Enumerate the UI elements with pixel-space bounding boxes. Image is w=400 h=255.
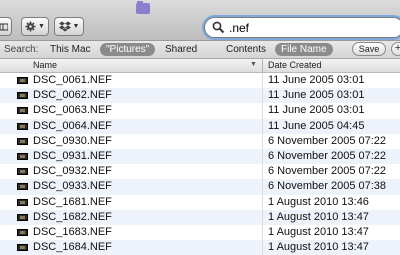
date-created: 1 August 2010 13:46 [268, 195, 369, 208]
save-search-button[interactable]: Save [352, 42, 386, 56]
dropbox-icon [58, 21, 71, 32]
date-created: 11 June 2005 04:45 [268, 119, 365, 132]
gear-icon [25, 21, 36, 32]
scope-pictures[interactable]: "Pictures" [100, 43, 156, 56]
action-menu-button[interactable]: ▼ [21, 17, 49, 36]
file-list: DSC_0061.NEF 11 June 2005 03:01 DSC_0062.… [0, 73, 400, 255]
table-row[interactable]: DSC_1681.NEF 1 August 2010 13:46 [0, 194, 400, 210]
file-name: DSC_0064.NEF [33, 119, 112, 132]
nef-file-icon [17, 137, 28, 145]
sort-indicator-icon: ▼ [250, 61, 257, 68]
chevron-down-icon: ▼ [72, 23, 80, 30]
nef-file-icon [17, 152, 28, 160]
date-created: 11 June 2005 03:01 [268, 74, 365, 86]
table-row[interactable]: DSC_1683.NEF 1 August 2010 13:47 [0, 224, 400, 241]
column-header: Name ▼ Date Created [0, 59, 400, 73]
table-row[interactable]: DSC_0931.NEF 6 November 2005 07:22 [0, 148, 400, 165]
column-header-date-created[interactable]: Date Created [268, 60, 322, 70]
table-row[interactable]: DSC_1682.NEF 1 August 2010 13:47 [0, 209, 400, 225]
file-name: DSC_0061.NEF [33, 74, 112, 86]
file-name: DSC_0063.NEF [33, 104, 112, 117]
nef-file-icon [17, 122, 28, 130]
date-created: 6 November 2005 07:22 [268, 165, 387, 178]
nef-file-icon [17, 92, 28, 100]
table-row[interactable]: DSC_0062.NEF 11 June 2005 03:01 [0, 88, 400, 104]
table-row[interactable]: DSC_0932.NEF 6 November 2005 07:22 [0, 164, 400, 180]
nef-file-icon [17, 77, 28, 84]
date-created: 1 August 2010 13:47 [268, 241, 369, 254]
table-row[interactable]: DSC_0064.NEF 11 June 2005 04:45 [0, 118, 400, 134]
folder-icon [136, 1, 150, 14]
nef-file-icon [17, 183, 28, 191]
date-created: 11 June 2005 03:01 [268, 89, 365, 102]
file-name: DSC_0932.NEF [33, 165, 112, 178]
table-row[interactable]: DSC_1684.NEF 1 August 2010 13:47 [0, 240, 400, 255]
scope-this-mac[interactable]: This Mac [50, 44, 91, 55]
nef-file-icon [17, 213, 28, 221]
magnifier-icon [212, 21, 225, 34]
file-name: DSC_1681.NEF [33, 195, 112, 208]
nef-file-icon [17, 168, 28, 176]
search-scope-bar: Search: This Mac "Pictures" Shared Conte… [0, 41, 400, 59]
search-field[interactable] [204, 17, 400, 38]
chevron-down-icon: ▼ [38, 23, 45, 30]
nef-file-icon [17, 198, 28, 206]
scope-shared[interactable]: Shared [165, 44, 197, 55]
table-row[interactable]: DSC_0061.NEF 11 June 2005 03:01 [0, 73, 400, 89]
column-header-name[interactable]: Name [33, 60, 57, 70]
column-divider[interactable] [262, 59, 263, 72]
column-view-icon [0, 23, 8, 30]
nef-file-icon [17, 228, 28, 236]
file-name: DSC_1683.NEF [33, 225, 112, 238]
table-row[interactable]: DSC_0063.NEF 11 June 2005 03:01 [0, 103, 400, 119]
file-name: DSC_0062.NEF [33, 89, 112, 102]
table-row[interactable]: DSC_0930.NEF 6 November 2005 07:22 [0, 133, 400, 149]
search-input[interactable] [229, 20, 379, 35]
column-divider-line [262, 73, 263, 255]
file-name: DSC_1682.NEF [33, 210, 112, 223]
file-name: DSC_0933.NEF [33, 180, 112, 193]
file-name: DSC_0930.NEF [33, 134, 112, 147]
date-created: 6 November 2005 07:38 [268, 180, 387, 193]
nef-file-icon [17, 107, 28, 115]
file-name: DSC_1684.NEF [33, 241, 112, 254]
scope-label: Search: [4, 44, 39, 55]
view-mode-button[interactable] [0, 17, 12, 36]
date-created: 6 November 2005 07:22 [268, 134, 387, 147]
date-created: 6 November 2005 07:22 [268, 149, 387, 162]
file-name: DSC_0931.NEF [33, 149, 112, 162]
date-created: 1 August 2010 13:47 [268, 210, 369, 223]
attribute-file-name[interactable]: File Name [275, 43, 333, 56]
dropbox-menu-button[interactable]: ▼ [54, 17, 84, 36]
date-created: 1 August 2010 13:47 [268, 225, 369, 238]
finder-toolbar: ▼ ▼ [0, 0, 400, 41]
attribute-contents[interactable]: Contents [226, 44, 266, 55]
nef-file-icon [17, 244, 28, 252]
table-row[interactable]: DSC_0933.NEF 6 November 2005 07:38 [0, 179, 400, 195]
add-criteria-button[interactable]: + [391, 42, 400, 56]
date-created: 11 June 2005 03:01 [268, 104, 365, 117]
